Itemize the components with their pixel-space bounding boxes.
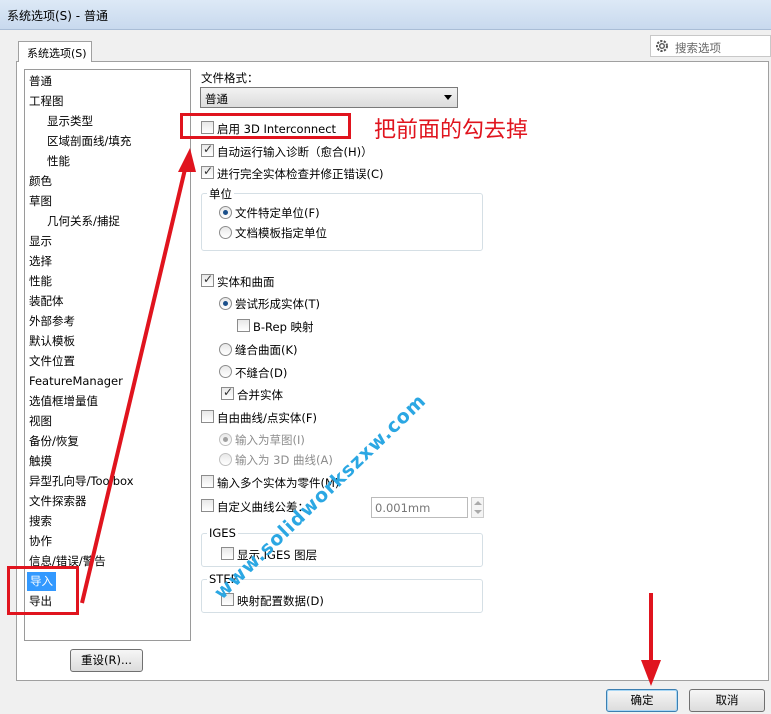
- tree-item-display-type[interactable]: 显示类型: [47, 112, 93, 131]
- knit-radio[interactable]: [219, 343, 232, 356]
- custom-tol-spinner[interactable]: [471, 497, 484, 518]
- as-sketch-label: 输入为草图(I): [235, 433, 305, 447]
- multi-body-checkbox[interactable]: [201, 475, 214, 488]
- tree-item-hatch[interactable]: 区域剖面线/填充: [47, 132, 131, 151]
- auto-diagnose-checkbox[interactable]: [201, 142, 214, 157]
- tree-item-spin-box[interactable]: 选值框增量值: [29, 392, 98, 411]
- tree-item-relations[interactable]: 几何关系/捕捉: [47, 212, 120, 231]
- tree-item-collaboration[interactable]: 协作: [29, 532, 52, 551]
- tree-item-default-templates[interactable]: 默认模板: [29, 332, 75, 351]
- try-solid-radio[interactable]: [219, 297, 232, 310]
- merge-checkbox[interactable]: [221, 385, 234, 400]
- custom-tol-input[interactable]: 0.001mm: [371, 497, 468, 518]
- tree-item-file-explorer[interactable]: 文件探索器: [29, 492, 87, 511]
- as-3d-curve-radio[interactable]: [219, 453, 232, 466]
- tab-system-options[interactable]: 系统选项(S): [18, 41, 92, 62]
- tree-item-assemblies[interactable]: 装配体: [29, 292, 64, 311]
- full-check-label: 进行完全实体检查并修正错误(C): [217, 167, 384, 181]
- tree-item-touch[interactable]: 触摸: [29, 452, 52, 471]
- step-map-label: 映射配置数据(D): [237, 594, 324, 608]
- unit-group: [201, 193, 483, 251]
- cancel-button[interactable]: 取消: [689, 689, 765, 712]
- gear-icon: [656, 40, 668, 52]
- file-format-label: 文件格式：: [201, 71, 259, 85]
- tree-item-display[interactable]: 显示: [29, 232, 52, 251]
- tree-item-view[interactable]: 视图: [29, 412, 52, 431]
- template-units-radio[interactable]: [219, 226, 232, 239]
- title-bar: 系统选项(S) - 普通: [0, 0, 771, 30]
- brep-checkbox[interactable]: [237, 319, 250, 332]
- iges-group-title: IGES: [207, 526, 238, 540]
- try-solid-label: 尝试形成实体(T): [235, 297, 320, 311]
- tree-item-file-locations[interactable]: 文件位置: [29, 352, 75, 371]
- tree-item-general[interactable]: 普通: [29, 72, 52, 91]
- chevron-down-icon: [444, 95, 452, 100]
- brep-label: B-Rep 映射: [253, 320, 314, 334]
- tree-item-sketch[interactable]: 草图: [29, 192, 52, 211]
- no-knit-label: 不缝合(D): [235, 366, 288, 380]
- tree-item-backup[interactable]: 备份/恢复: [29, 432, 79, 451]
- merge-label: 合并实体: [237, 388, 283, 402]
- no-knit-radio[interactable]: [219, 365, 232, 378]
- auto-diagnose-label: 自动运行输入诊断（愈合(H)）: [217, 145, 373, 159]
- annotation-text: 把前面的勾去掉: [374, 118, 529, 143]
- unit-group-title: 单位: [207, 186, 234, 202]
- file-format-select[interactable]: 普通: [200, 87, 458, 108]
- highlight-box-import: [7, 566, 79, 615]
- tree-item-hole-wizard[interactable]: 异型孔向导/Toolbox: [29, 472, 134, 491]
- solid-surface-checkbox[interactable]: [201, 272, 214, 287]
- as-sketch-radio[interactable]: [219, 433, 232, 446]
- iges-layers-checkbox[interactable]: [221, 547, 234, 560]
- free-curves-label: 自由曲线/点实体(F): [217, 411, 317, 425]
- file-format-value: 普通: [205, 92, 228, 106]
- custom-tol-checkbox[interactable]: [201, 499, 214, 512]
- as-3d-curve-label: 输入为 3D 曲线(A): [235, 453, 333, 467]
- highlight-box-interconnect: [180, 113, 351, 139]
- template-units-label: 文档模板指定单位: [235, 226, 327, 240]
- tree-item-featuremanager[interactable]: FeatureManager: [29, 372, 123, 391]
- window-title: 系统选项(S) - 普通: [7, 9, 108, 23]
- search-input[interactable]: 搜索选项: [675, 40, 721, 56]
- search-box[interactable]: 搜索选项: [650, 35, 771, 57]
- full-check-checkbox[interactable]: [201, 164, 214, 179]
- ok-button[interactable]: 确定: [606, 689, 678, 712]
- tree-item-selection[interactable]: 选择: [29, 252, 52, 271]
- file-units-radio[interactable]: [219, 206, 232, 219]
- tree-item-external-refs[interactable]: 外部参考: [29, 312, 75, 331]
- reset-button[interactable]: 重设(R)...: [70, 649, 143, 672]
- file-units-label: 文件特定单位(F): [235, 206, 320, 220]
- tree-item-colors[interactable]: 颜色: [29, 172, 52, 191]
- solid-surface-label: 实体和曲面: [217, 275, 275, 289]
- tree-item-drawing-performance[interactable]: 性能: [47, 152, 70, 171]
- knit-label: 缝合曲面(K): [235, 343, 298, 357]
- tree-item-performance[interactable]: 性能: [29, 272, 52, 291]
- free-curves-checkbox[interactable]: [201, 410, 214, 423]
- options-tree[interactable]: 普通 工程图 显示类型 区域剖面线/填充 性能 颜色 草图 几何关系/捕捉 显示…: [24, 69, 191, 641]
- tree-item-search[interactable]: 搜索: [29, 512, 52, 531]
- tree-item-drawings[interactable]: 工程图: [29, 92, 64, 111]
